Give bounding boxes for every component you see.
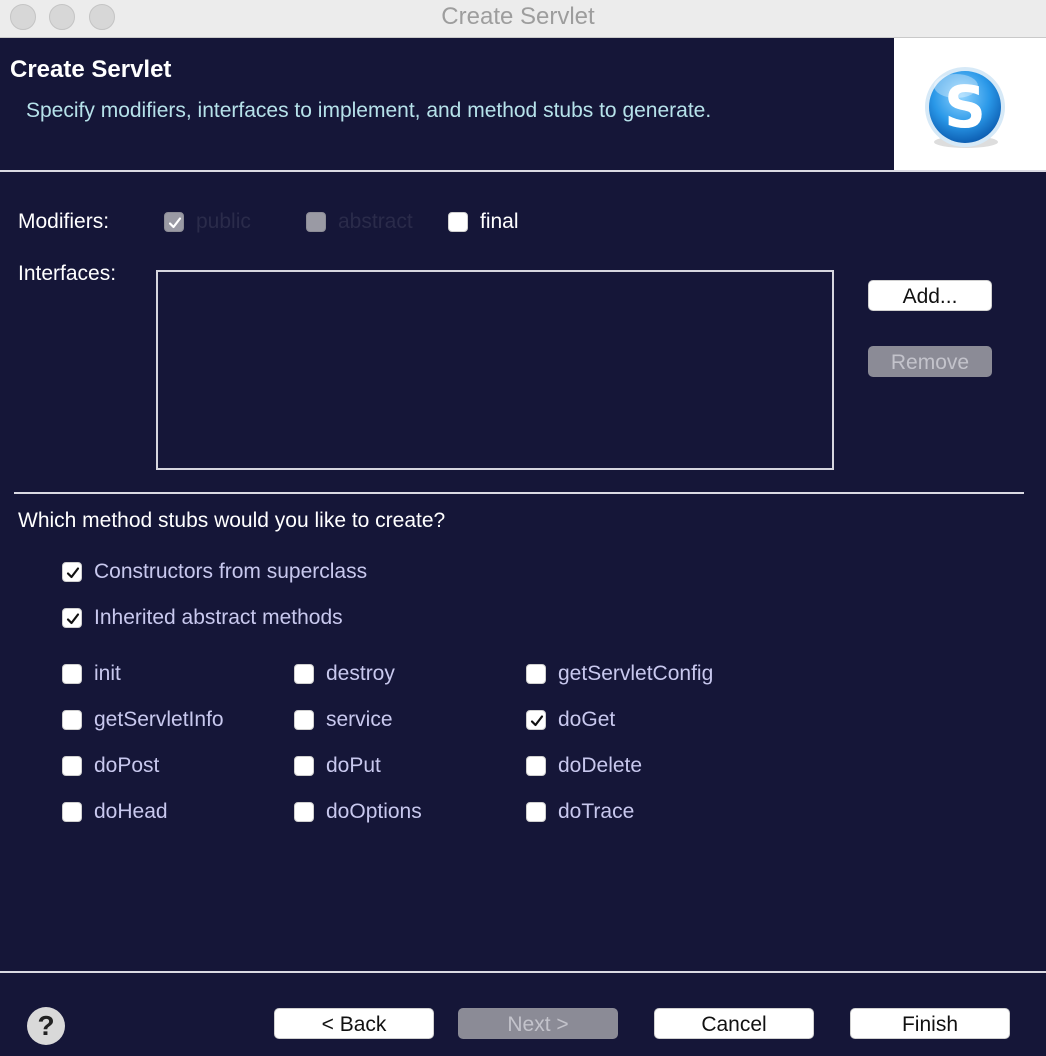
dopost-label: doPost bbox=[94, 754, 160, 777]
dodelete-checkbox[interactable] bbox=[526, 756, 546, 776]
getservletinfo-label: getServletInfo bbox=[94, 708, 224, 731]
window-title: Create Servlet bbox=[441, 3, 595, 30]
final-checkbox[interactable] bbox=[448, 212, 468, 232]
final-checkbox-label: final bbox=[480, 210, 519, 233]
cancel-button[interactable]: Cancel bbox=[654, 1008, 814, 1039]
dohead-label: doHead bbox=[94, 800, 168, 823]
getservletconfig-label: getServletConfig bbox=[558, 662, 714, 685]
dopost-checkbox[interactable] bbox=[62, 756, 82, 776]
header-divider bbox=[0, 170, 1046, 172]
public-checkbox-label: public bbox=[196, 210, 251, 233]
constructors-checkbox[interactable] bbox=[62, 562, 82, 582]
doget-checkbox[interactable] bbox=[526, 710, 546, 730]
public-checkbox[interactable] bbox=[164, 212, 184, 232]
doput-label: doPut bbox=[326, 754, 381, 777]
dooptions-label: doOptions bbox=[326, 800, 422, 823]
doput-checkbox[interactable] bbox=[294, 756, 314, 776]
help-icon[interactable]: ? bbox=[27, 1007, 65, 1045]
finish-button[interactable]: Finish bbox=[850, 1008, 1010, 1039]
service-checkbox[interactable] bbox=[294, 710, 314, 730]
section-divider bbox=[14, 492, 1024, 494]
dooptions-checkbox[interactable] bbox=[294, 802, 314, 822]
init-checkbox[interactable] bbox=[62, 664, 82, 684]
wizard-subtitle: Specify modifiers, interfaces to impleme… bbox=[26, 99, 712, 122]
inherited-abstract-label: Inherited abstract methods bbox=[94, 606, 343, 629]
interfaces-list[interactable] bbox=[156, 270, 834, 470]
remove-interface-button[interactable]: Remove bbox=[868, 346, 992, 377]
abstract-checkbox[interactable] bbox=[306, 212, 326, 232]
footer-divider bbox=[0, 971, 1046, 973]
method-stubs-question: Which method stubs would you like to cre… bbox=[18, 509, 446, 532]
inherited-abstract-checkbox[interactable] bbox=[62, 608, 82, 628]
getservletinfo-checkbox[interactable] bbox=[62, 710, 82, 730]
constructors-label: Constructors from superclass bbox=[94, 560, 368, 583]
servlet-logo: S bbox=[894, 38, 1046, 170]
destroy-label: destroy bbox=[326, 662, 395, 685]
abstract-checkbox-label: abstract bbox=[338, 210, 413, 233]
getservletconfig-checkbox[interactable] bbox=[526, 664, 546, 684]
dodelete-label: doDelete bbox=[558, 754, 643, 777]
back-button[interactable]: < Back bbox=[274, 1008, 434, 1039]
doget-label: doGet bbox=[558, 708, 616, 731]
interfaces-label: Interfaces: bbox=[18, 262, 117, 285]
wizard-header: Create Servlet Specify modifiers, interf… bbox=[0, 38, 1046, 170]
service-label: service bbox=[326, 708, 393, 731]
dohead-checkbox[interactable] bbox=[62, 802, 82, 822]
dotrace-checkbox[interactable] bbox=[526, 802, 546, 822]
svg-text:S: S bbox=[944, 73, 986, 141]
next-button[interactable]: Next > bbox=[458, 1008, 618, 1039]
servlet-logo-icon: S bbox=[925, 67, 1005, 148]
window-titlebar: Create Servlet bbox=[0, 0, 1046, 38]
modifiers-label: Modifiers: bbox=[18, 210, 110, 233]
destroy-checkbox[interactable] bbox=[294, 664, 314, 684]
init-label: init bbox=[94, 662, 121, 685]
dotrace-label: doTrace bbox=[558, 800, 635, 823]
wizard-title: Create Servlet bbox=[10, 56, 172, 83]
add-interface-button[interactable]: Add... bbox=[868, 280, 992, 311]
